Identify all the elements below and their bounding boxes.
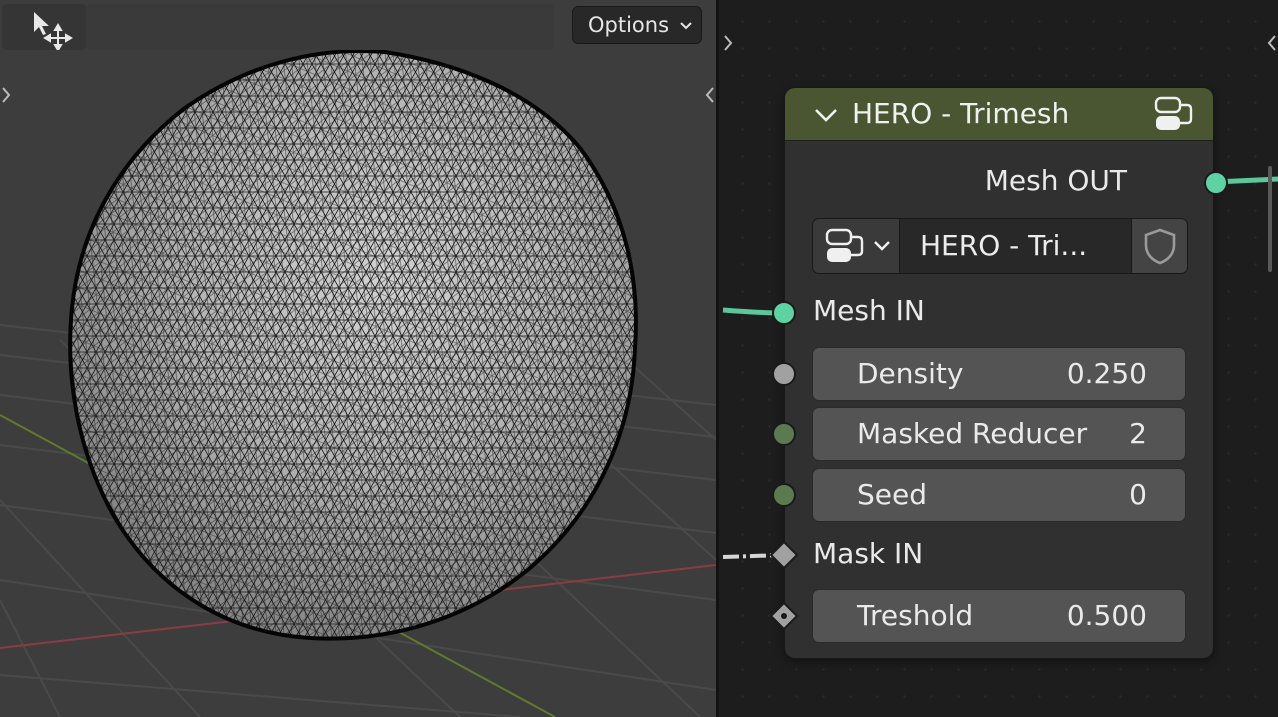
wireframe-sphere-icon[interactable] — [60, 48, 650, 648]
masked-reducer-label: Masked Reducer — [857, 417, 1088, 450]
treshold-field[interactable]: Treshold 0.500 — [812, 589, 1186, 643]
node-title: HERO - Trimesh — [852, 97, 1070, 130]
node-group-icon — [825, 228, 864, 262]
masked-reducer-socket[interactable] — [770, 420, 798, 448]
chevron-down-icon — [680, 22, 692, 30]
node-group-icon[interactable] — [1153, 94, 1195, 134]
3d-viewport[interactable]: Options — [0, 0, 716, 717]
chevron-down-icon — [874, 241, 890, 251]
shield-icon — [1144, 228, 1176, 265]
browse-node-group-button[interactable] — [813, 219, 900, 273]
sidebar-expand-arrow-icon[interactable] — [702, 84, 716, 106]
seed-socket[interactable] — [770, 481, 798, 509]
seed-label: Seed — [857, 478, 927, 511]
scrollbar[interactable] — [1268, 166, 1272, 272]
mask-in-socket[interactable] — [769, 540, 799, 570]
masked-reducer-value: 2 — [1129, 417, 1147, 450]
trimesh-node[interactable]: HERO - Trimesh Mesh OUT HERO - Tri... Me… — [785, 88, 1213, 658]
density-field[interactable]: Density 0.250 — [812, 347, 1186, 401]
node-group-selector[interactable]: HERO - Tri... — [812, 218, 1188, 274]
move-cursor-icon — [34, 12, 73, 50]
options-dropdown[interactable]: Options — [572, 6, 702, 44]
density-socket[interactable] — [770, 360, 798, 388]
node-group-name[interactable]: HERO - Tri... — [900, 219, 1132, 273]
fake-user-button[interactable] — [1131, 219, 1187, 273]
mesh-in-socket[interactable] — [770, 299, 798, 327]
treshold-value: 0.500 — [1066, 599, 1147, 632]
masked-reducer-field[interactable]: Masked Reducer 2 — [812, 407, 1186, 461]
mesh-out-label: Mesh OUT — [984, 164, 1127, 197]
mesh-out-socket[interactable] — [1202, 169, 1230, 197]
density-value: 0.250 — [1066, 357, 1147, 390]
seed-field[interactable]: Seed 0 — [812, 468, 1186, 522]
mesh-in-label: Mesh IN — [813, 294, 925, 327]
viewport-header — [86, 4, 554, 50]
options-label: Options — [588, 13, 670, 37]
treshold-label: Treshold — [857, 599, 974, 632]
node-header[interactable]: HERO - Trimesh — [785, 88, 1213, 141]
tool-button[interactable] — [2, 4, 86, 50]
treshold-socket[interactable] — [769, 601, 799, 631]
toolbar-expand-arrow-icon[interactable] — [0, 84, 14, 106]
mask-in-label: Mask IN — [813, 537, 924, 570]
density-label: Density — [857, 357, 964, 390]
collapse-chevron-icon[interactable] — [813, 107, 839, 123]
seed-value: 0 — [1129, 478, 1147, 511]
node-editor[interactable]: HERO - Trimesh Mesh OUT HERO - Tri... Me… — [719, 0, 1278, 717]
